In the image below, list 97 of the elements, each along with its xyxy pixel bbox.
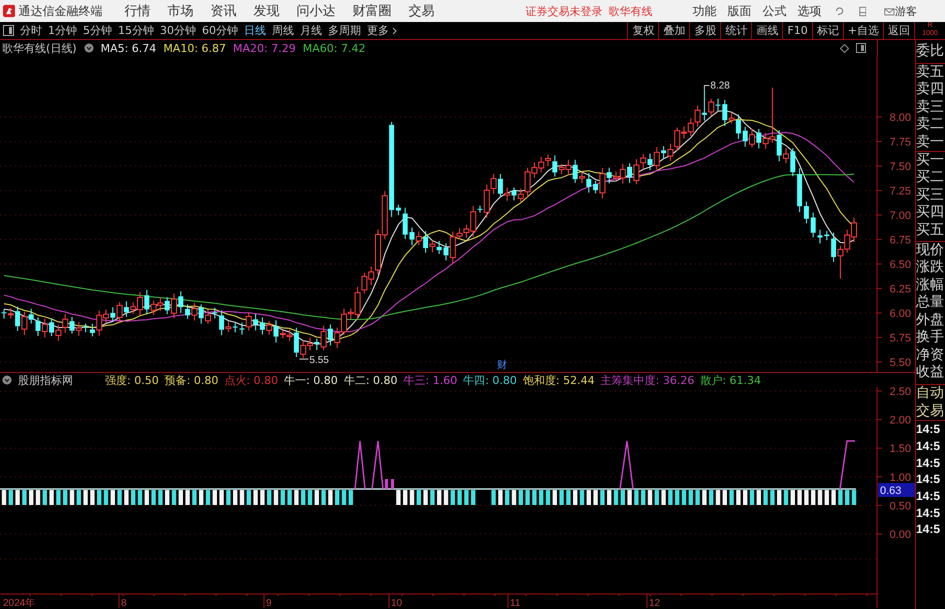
quote-label: 卖五 <box>916 64 945 82</box>
trade-label: 交易 <box>916 402 945 420</box>
quote-label: 净资 <box>916 346 945 364</box>
axis-label: 11 <box>510 598 520 608</box>
axis-label: 7.00 <box>890 210 911 222</box>
axis-label: 0.00 <box>890 529 911 541</box>
quote-label: 买三 <box>916 186 945 204</box>
moving-average-value: MA10: 6.87 <box>163 42 226 54</box>
axis-label: 5.75 <box>890 332 911 344</box>
quote-label: 涨跌 <box>916 259 945 277</box>
quote-label: 外盘 <box>916 312 945 329</box>
time-label: 14:5 <box>916 471 942 488</box>
time-label: 14:5 <box>916 521 942 538</box>
time-label: 14:5 <box>916 421 942 438</box>
period-tab[interactable]: 月线 <box>300 23 322 38</box>
indicator-name: 股朋指标网 <box>18 372 73 388</box>
axis-label: 0.50 <box>890 500 911 512</box>
axis-label: 6.75 <box>890 234 911 246</box>
axis-label: 10 <box>391 598 402 608</box>
quote-label: 卖三 <box>916 98 945 116</box>
period-tab[interactable]: 15分钟 <box>118 23 154 38</box>
axis-label: 7.75 <box>890 136 911 148</box>
time-label: 14:5 <box>916 454 942 472</box>
period-tab[interactable]: 日线 <box>244 23 266 38</box>
period-tab[interactable]: 30分钟 <box>160 23 196 38</box>
axis-label: 7.50 <box>890 161 911 173</box>
axis-label: 1.00 <box>890 472 911 484</box>
quote-label: 委比 <box>916 42 945 60</box>
axis-label: 7.25 <box>890 186 911 198</box>
period-tab[interactable]: 60分钟 <box>202 23 238 38</box>
time-label: 14:5 <box>916 438 942 455</box>
menu-item[interactable]: 财富圈 <box>352 2 392 20</box>
indicator-value: 主筹集中度: 36.26 <box>600 372 694 388</box>
quote-label: 买五 <box>916 222 945 240</box>
moving-average-value: MA5: 6.74 <box>100 42 156 54</box>
axis-label: 8 <box>121 598 127 608</box>
indicator-value: 点火: 0.80 <box>224 372 278 388</box>
moving-average-value: MA60: 7.42 <box>302 42 366 54</box>
quote-label: 卖二 <box>916 116 945 134</box>
price-marker: 5.55 <box>309 355 329 366</box>
price-marker: 8.28 <box>710 80 730 92</box>
indicator-value: 饱和度: 52.44 <box>522 372 595 388</box>
indicator-value: 牛四: 0.80 <box>463 372 517 388</box>
axis-label: 12 <box>649 598 660 608</box>
quote-label: 换手 <box>916 329 945 346</box>
period-tab[interactable]: 周线 <box>272 23 294 38</box>
menu-item[interactable]: 行情 <box>124 2 150 20</box>
menu-item[interactable]: 公式 <box>762 2 786 20</box>
time-label: 14:5 <box>916 488 942 505</box>
menu-item[interactable]: 资讯 <box>210 2 236 20</box>
app-name: 通达信金融终端 <box>18 2 102 20</box>
quote-label: 总量 <box>916 294 945 312</box>
axis-label: 2.00 <box>890 414 911 427</box>
indicator-value: 散户: 61.34 <box>700 372 762 388</box>
axis-label: 1.50 <box>890 443 911 456</box>
menu-item[interactable]: 问小达 <box>296 2 336 20</box>
axis-label: 8.00 <box>890 112 911 124</box>
axis-label: 2.50 <box>890 387 911 398</box>
menu-item[interactable]: 发现 <box>253 2 280 20</box>
menu-item[interactable]: 市场 <box>167 2 194 20</box>
indicator-value: 牛一: 0.80 <box>284 372 338 388</box>
indicator-value: 牛二: 0.80 <box>344 372 398 388</box>
user-name[interactable]: 游客 <box>895 4 917 18</box>
period-tab[interactable]: 5分钟 <box>83 23 112 38</box>
event-marker: 财 <box>497 360 507 371</box>
period-tab[interactable]: 1分钟 <box>48 23 77 38</box>
menu-item[interactable]: 版面 <box>727 2 752 20</box>
period-tab[interactable]: 多周期 <box>328 23 361 38</box>
axis-label: 6.25 <box>890 284 911 296</box>
current-value: 0.63 <box>880 485 902 497</box>
status-text: 证券交易未登录 <box>525 4 602 18</box>
moving-average-value: MA20: 7.29 <box>233 42 296 54</box>
axis-label: 5.50 <box>890 357 911 369</box>
quote-label: 现价 <box>916 242 945 260</box>
axis-label: 6.50 <box>890 259 911 271</box>
time-label: 14:5 <box>916 504 942 522</box>
menu-item[interactable]: 交易 <box>408 2 434 20</box>
quote-label: 买二 <box>916 169 945 187</box>
axis-label: 2024年 <box>3 598 36 608</box>
indicator-value: 牛三: 1.60 <box>404 372 458 388</box>
quote-label: 收益 <box>916 364 945 382</box>
quote-label: 买一 <box>916 152 945 170</box>
axis-label: 9 <box>266 598 272 608</box>
menu-item[interactable]: 选项 <box>797 2 822 20</box>
trade-label: 自动 <box>916 385 945 403</box>
indicator-value: 强度: 0.50 <box>105 372 159 388</box>
axis-label: 6.00 <box>890 308 911 320</box>
menu-item[interactable]: 功能 <box>692 2 716 20</box>
period-tab[interactable]: 分时 <box>20 23 42 38</box>
indicator-value: 预备: 0.80 <box>164 372 218 388</box>
quote-label: 卖四 <box>916 81 945 99</box>
period-tab[interactable]: 更多 <box>367 23 397 38</box>
status-text: 歌华有线 <box>608 4 652 18</box>
quote-label: 买四 <box>916 204 945 222</box>
quote-label: 涨幅 <box>916 276 945 294</box>
chart-title: 歌华有线(日线) <box>2 40 77 56</box>
quote-label: 卖一 <box>916 134 945 152</box>
